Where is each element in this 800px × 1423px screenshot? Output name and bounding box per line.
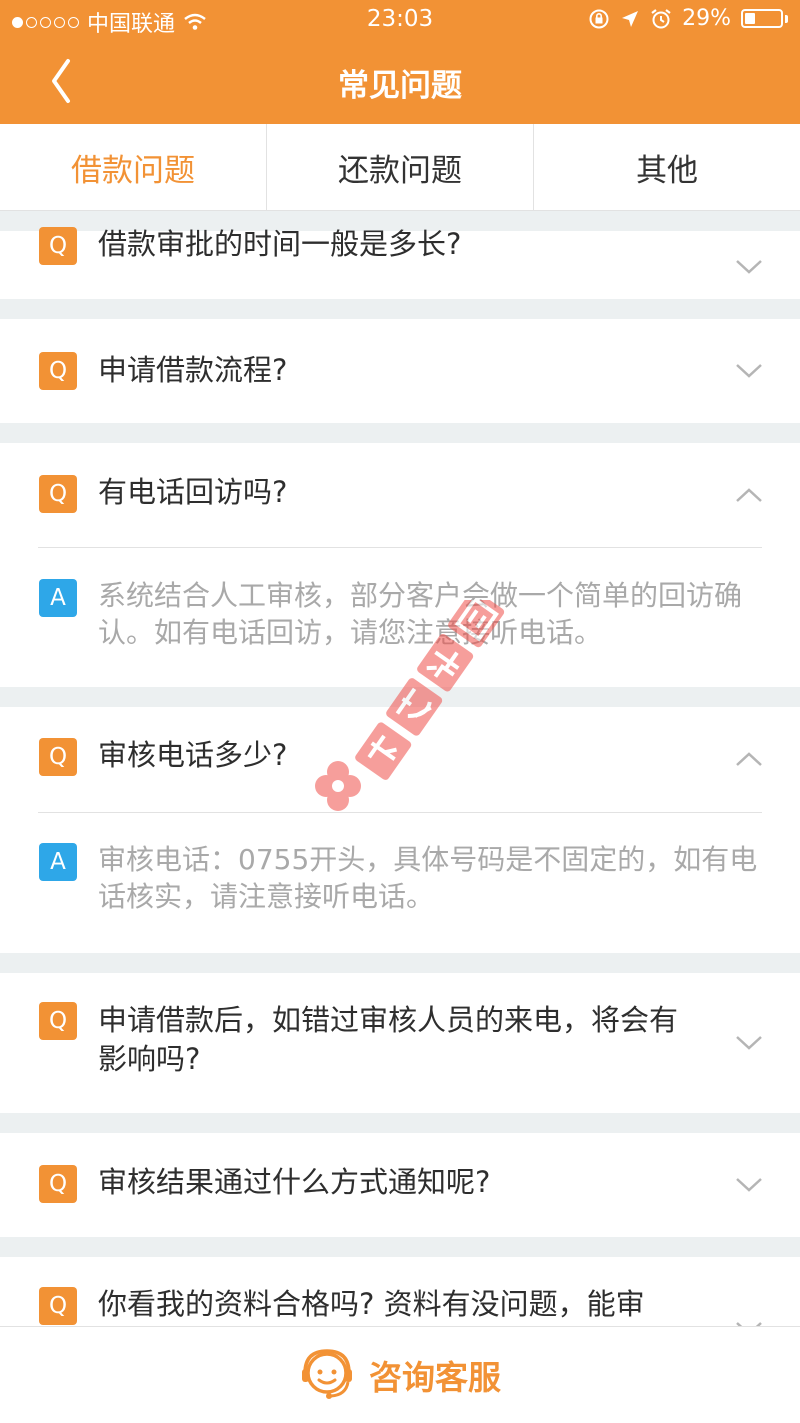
faq-question: 你看我的资料合格吗? 资料有没问题，能审 <box>98 1287 645 1321</box>
app-header: 中国联通 23:03 29% 常见问题 <box>0 0 800 124</box>
chevron-down-icon <box>736 1036 762 1050</box>
location-arrow-icon <box>622 10 639 27</box>
battery-level <box>745 13 755 24</box>
alarm-icon <box>651 8 671 28</box>
chevron-down-icon <box>736 364 762 378</box>
faq-item: Q 申请借款流程? <box>0 319 800 423</box>
question-badge: Q <box>39 227 77 265</box>
answer-badge: A <box>39 843 77 881</box>
faq-item: Q 借款审批的时间一般是多长? <box>0 227 800 299</box>
faq-item-expanded: Q 审核电话多少? A 审核电话：0755开头，具体号码是不固定的，如有电话核实… <box>0 707 800 953</box>
status-right: 29% <box>588 6 788 31</box>
page-title: 常见问题 <box>338 68 462 104</box>
faq-question-row[interactable]: Q 你看我的资料合格吗? 资料有没问题，能审 <box>0 1257 800 1326</box>
faq-question: 申请借款流程? <box>98 353 288 387</box>
faq-question: 借款审批的时间一般是多长? <box>98 227 462 261</box>
chevron-up-icon <box>736 488 762 502</box>
chevron-up-icon <box>736 752 762 766</box>
question-badge: Q <box>39 475 77 513</box>
answer-badge: A <box>39 579 77 617</box>
battery-icon <box>741 9 783 28</box>
faq-question-row[interactable]: Q 审核结果通过什么方式通知呢? <box>0 1133 800 1237</box>
chevron-down-icon <box>736 260 762 274</box>
tab-other[interactable]: 其他 <box>533 124 800 210</box>
faq-list: Q 借款审批的时间一般是多长? Q 申请借款流程? Q 有电话回访吗? A 系统… <box>0 211 800 1326</box>
consult-label: 咨询客服 <box>369 1358 501 1397</box>
question-badge: Q <box>39 1165 77 1203</box>
faq-item: Q 申请借款后，如错过审核人员的来电，将会有影响吗? <box>0 973 800 1113</box>
question-badge: Q <box>39 1287 77 1325</box>
faq-answer: 系统结合人工审核，部分客户会做一个简单的回访确认。如有电话回访，请您注意接听电话… <box>98 579 743 649</box>
faq-question-row[interactable]: Q 申请借款后，如错过审核人员的来电，将会有影响吗? <box>0 973 800 1113</box>
faq-question: 审核电话多少? <box>98 738 288 772</box>
consult-customer-service-button[interactable]: 咨询客服 <box>0 1326 800 1423</box>
question-badge: Q <box>39 738 77 776</box>
customer-service-icon <box>302 1349 352 1399</box>
divider <box>38 812 762 813</box>
faq-item: Q 你看我的资料合格吗? 资料有没问题，能审 <box>0 1257 800 1326</box>
faq-item: Q 审核结果通过什么方式通知呢? <box>0 1133 800 1237</box>
faq-question-row[interactable]: Q 申请借款流程? <box>0 319 800 423</box>
question-badge: Q <box>39 352 77 390</box>
tab-repayment-questions[interactable]: 还款问题 <box>266 124 533 210</box>
faq-question: 审核结果通过什么方式通知呢? <box>98 1165 491 1199</box>
battery-percent: 29% <box>682 6 731 31</box>
chevron-down-icon <box>736 1178 762 1192</box>
divider <box>38 547 762 548</box>
status-bar: 中国联通 23:03 29% <box>0 0 800 40</box>
faq-question-row[interactable]: Q 审核电话多少? <box>0 707 800 811</box>
faq-item-expanded: Q 有电话回访吗? A 系统结合人工审核，部分客户会做一个简单的回访确认。如有电… <box>0 443 800 687</box>
battery-tip <box>785 14 788 23</box>
faq-answer: 审核电话：0755开头，具体号码是不固定的，如有电话核实，请注意接听电话。 <box>98 843 758 913</box>
faq-question-row[interactable]: Q 借款审批的时间一般是多长? <box>0 227 800 299</box>
faq-question: 申请借款后，如错过审核人员的来电，将会有影响吗? <box>98 1003 679 1076</box>
faq-question: 有电话回访吗? <box>98 475 288 509</box>
question-badge: Q <box>39 1002 77 1040</box>
tab-loan-questions[interactable]: 借款问题 <box>0 124 266 210</box>
category-tabs: 借款问题 还款问题 其他 <box>0 124 800 211</box>
faq-question-row[interactable]: Q 有电话回访吗? <box>0 443 800 547</box>
orientation-lock-icon <box>589 9 609 28</box>
